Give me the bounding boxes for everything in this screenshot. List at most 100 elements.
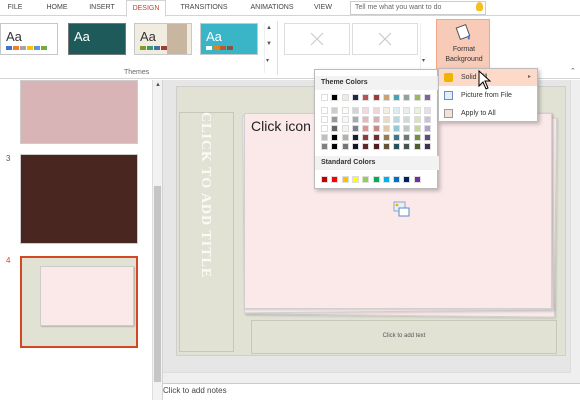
color-swatch[interactable]: [382, 94, 390, 101]
more-icon[interactable]: ▾: [266, 57, 269, 64]
color-swatch[interactable]: [341, 143, 349, 150]
color-swatch[interactable]: [403, 125, 411, 132]
title-placeholder[interactable]: CLICK TO ADD TITLE: [198, 112, 213, 282]
color-swatch[interactable]: [341, 176, 349, 183]
color-swatch[interactable]: [393, 134, 401, 141]
color-swatch[interactable]: [382, 107, 390, 114]
color-swatch[interactable]: [362, 143, 370, 150]
scroll-up-icon[interactable]: ▲: [155, 82, 161, 88]
color-swatch[interactable]: [362, 116, 370, 123]
color-swatch[interactable]: [372, 125, 380, 132]
slide-thumbnail-4[interactable]: [20, 256, 138, 348]
notes-placeholder[interactable]: Click to add notes: [163, 386, 227, 395]
theme-office[interactable]: Aa: [0, 23, 58, 55]
tab-file[interactable]: FILE: [2, 0, 28, 16]
color-swatch[interactable]: [393, 176, 401, 183]
color-swatch[interactable]: [403, 134, 411, 141]
tab-view[interactable]: VIEW: [308, 0, 338, 16]
color-swatch[interactable]: [331, 116, 339, 123]
color-swatch[interactable]: [382, 116, 390, 123]
color-swatch[interactable]: [382, 125, 390, 132]
color-swatch[interactable]: [403, 143, 411, 150]
color-swatch[interactable]: [331, 125, 339, 132]
color-swatch[interactable]: [413, 125, 421, 132]
color-swatch[interactable]: [393, 116, 401, 123]
color-swatch[interactable]: [351, 107, 359, 114]
color-swatch[interactable]: [403, 116, 411, 123]
color-swatch[interactable]: [413, 107, 421, 114]
color-swatch[interactable]: [424, 143, 431, 150]
color-swatch[interactable]: [321, 116, 328, 123]
color-swatch[interactable]: [372, 107, 380, 114]
color-swatch[interactable]: [362, 125, 370, 132]
color-swatch[interactable]: [393, 94, 401, 101]
more-icon[interactable]: ▾: [422, 57, 425, 64]
theme-retrospect[interactable]: Aa: [200, 23, 258, 55]
color-swatch[interactable]: [321, 134, 328, 141]
color-swatch[interactable]: [351, 143, 359, 150]
color-swatch[interactable]: [372, 176, 380, 183]
theme-organic[interactable]: Aa: [134, 23, 192, 55]
color-swatch[interactable]: [393, 125, 401, 132]
canvas-hscrollbar[interactable]: [163, 372, 571, 383]
color-swatch[interactable]: [424, 134, 431, 141]
format-background-button[interactable]: Format Background: [436, 19, 490, 71]
color-swatch[interactable]: [424, 107, 431, 114]
color-swatch[interactable]: [362, 176, 370, 183]
slide-thumbnail-2[interactable]: [20, 80, 138, 144]
canvas-scrollbar[interactable]: [570, 80, 580, 383]
color-swatch[interactable]: [331, 143, 339, 150]
color-swatch[interactable]: [382, 176, 390, 183]
color-swatch[interactable]: [403, 94, 411, 101]
color-swatch[interactable]: [351, 134, 359, 141]
color-swatch[interactable]: [351, 116, 359, 123]
color-swatch[interactable]: [331, 134, 339, 141]
color-swatch[interactable]: [351, 94, 359, 101]
scroll-up-icon[interactable]: ▲: [266, 25, 272, 31]
color-swatch[interactable]: [382, 134, 390, 141]
text-placeholder[interactable]: Click to add text: [251, 333, 557, 339]
tab-home[interactable]: HOME: [40, 0, 74, 16]
color-swatch[interactable]: [413, 143, 421, 150]
tab-insert[interactable]: INSERT: [82, 0, 122, 16]
color-swatch[interactable]: [372, 134, 380, 141]
variant-1[interactable]: [284, 23, 350, 55]
color-swatch[interactable]: [393, 107, 401, 114]
insert-picture-icon[interactable]: [391, 200, 411, 220]
theme-ion[interactable]: Aa: [68, 23, 126, 55]
color-swatch[interactable]: [403, 176, 411, 183]
color-swatch[interactable]: [372, 116, 380, 123]
tab-design[interactable]: DESIGN: [126, 0, 166, 17]
thumbnail-scrollbar[interactable]: ▲: [152, 80, 162, 400]
scroll-down-icon[interactable]: ▼: [266, 41, 272, 47]
color-swatch[interactable]: [413, 116, 421, 123]
color-swatch[interactable]: [413, 176, 421, 183]
color-swatch[interactable]: [331, 107, 339, 114]
color-swatch[interactable]: [424, 116, 431, 123]
color-swatch[interactable]: [424, 125, 431, 132]
color-swatch[interactable]: [321, 107, 328, 114]
color-swatch[interactable]: [341, 125, 349, 132]
variants-scroll[interactable]: ▾: [420, 23, 429, 73]
collapse-ribbon-icon[interactable]: ⌃: [570, 67, 576, 75]
color-swatch[interactable]: [341, 94, 349, 101]
color-swatch[interactable]: [372, 94, 380, 101]
notes-pane[interactable]: Click to add notes: [163, 383, 580, 400]
color-swatch[interactable]: [351, 125, 359, 132]
color-swatch[interactable]: [413, 94, 421, 101]
color-swatch[interactable]: [321, 94, 328, 101]
scroll-thumb[interactable]: [154, 186, 161, 382]
color-swatch[interactable]: [341, 134, 349, 141]
color-swatch[interactable]: [362, 107, 370, 114]
color-swatch[interactable]: [341, 107, 349, 114]
color-swatch[interactable]: [403, 107, 411, 114]
color-swatch[interactable]: [331, 176, 339, 183]
color-swatch[interactable]: [331, 94, 339, 101]
color-swatch[interactable]: [321, 143, 328, 150]
color-swatch[interactable]: [413, 134, 421, 141]
color-swatch[interactable]: [341, 116, 349, 123]
menu-item-apply-to-all[interactable]: Apply to All: [439, 105, 537, 122]
color-swatch[interactable]: [382, 143, 390, 150]
color-swatch[interactable]: [321, 125, 328, 132]
variant-2[interactable]: [352, 23, 418, 55]
